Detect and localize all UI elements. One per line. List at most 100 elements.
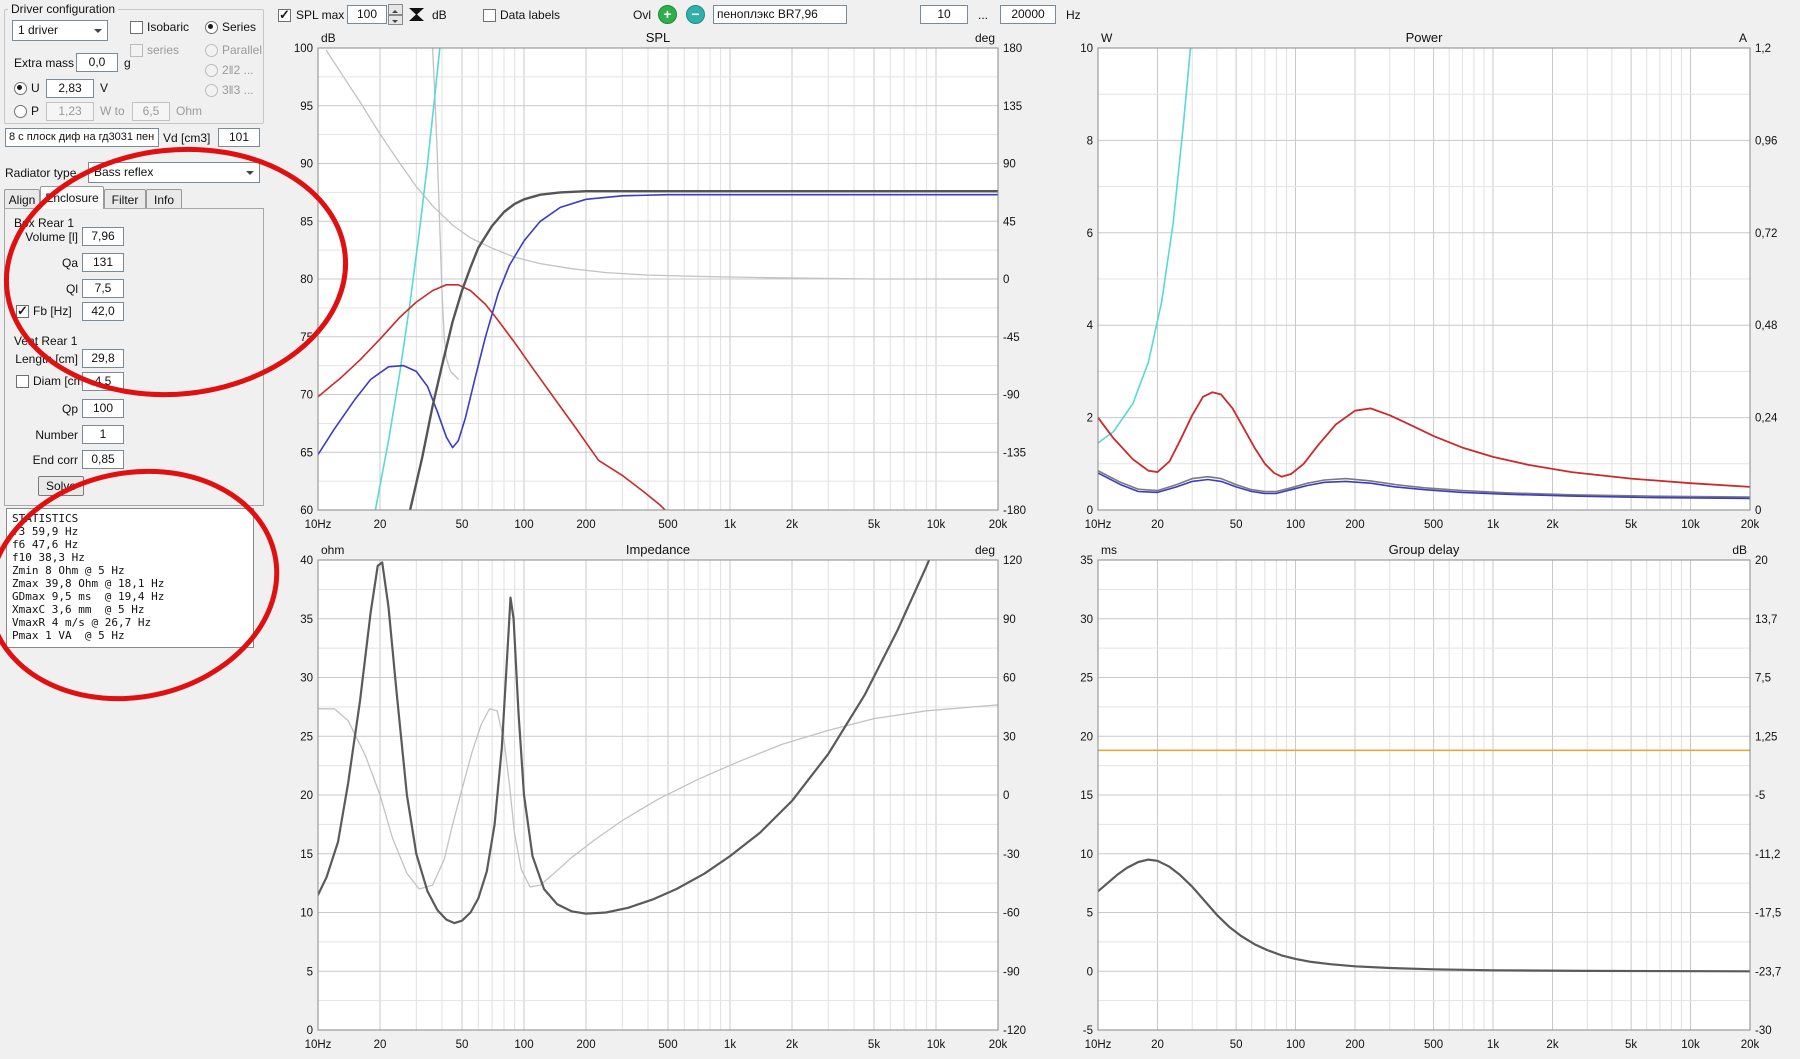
three-parallel-label: 3‖3 ... bbox=[222, 83, 254, 97]
svg-text:-5: -5 bbox=[1083, 1025, 1093, 1037]
svg-text:4: 4 bbox=[1087, 320, 1094, 332]
power-chart: 10Hz 20 50 100 200 500 1k 2k 5k 10k 20k 10 8 6 4 2 0 1,2 0… bbox=[1050, 28, 1798, 536]
spinner-up-icon[interactable] bbox=[388, 4, 403, 15]
series-radio[interactable] bbox=[205, 21, 218, 34]
radiator-type-dropdown[interactable]: Bass reflex bbox=[88, 162, 260, 183]
svg-text:0,48: 0,48 bbox=[1755, 320, 1777, 332]
svg-text:15: 15 bbox=[300, 849, 313, 861]
svg-text:20: 20 bbox=[1151, 1039, 1164, 1051]
diam-checkbox[interactable] bbox=[16, 375, 29, 388]
ql-input[interactable]: 7,5 bbox=[82, 279, 124, 298]
data-labels-checkbox[interactable] bbox=[483, 9, 496, 22]
length-label: Length [cm] bbox=[15, 352, 78, 366]
parallel-radio-label: Parallel bbox=[222, 43, 263, 57]
svg-text:5: 5 bbox=[1087, 908, 1093, 920]
svg-text:500: 500 bbox=[658, 519, 677, 531]
spl-chart: 10Hz 20 50 100 200 500 1k 2k 5k 10k 20k 100 95 90 85 80… bbox=[270, 28, 1046, 536]
power-mid-label: W to bbox=[100, 104, 125, 118]
two-parallel-radio bbox=[205, 64, 218, 77]
svg-text:7,5: 7,5 bbox=[1755, 673, 1771, 685]
spl-max-label: SPL max bbox=[296, 8, 345, 22]
isobaric-checkbox[interactable] bbox=[130, 21, 143, 34]
svg-text:1,25: 1,25 bbox=[1755, 731, 1777, 743]
svg-text:1k: 1k bbox=[724, 519, 736, 531]
qa-input[interactable]: 131 bbox=[82, 253, 124, 272]
svg-text:25: 25 bbox=[300, 731, 313, 743]
svg-text:ohm: ohm bbox=[321, 543, 344, 557]
freq-from-input[interactable]: 10 bbox=[920, 5, 968, 24]
freq-to-input[interactable]: 20000 bbox=[1000, 5, 1056, 24]
power-ohm-input: 6,5 bbox=[132, 102, 170, 121]
volume-label: Volume [l] bbox=[25, 230, 78, 244]
svg-text:10k: 10k bbox=[927, 1039, 946, 1051]
svg-text:10k: 10k bbox=[1681, 519, 1700, 531]
svg-text:180: 180 bbox=[1003, 43, 1022, 55]
ql-label: Ql bbox=[66, 282, 78, 296]
radiator-type-label: Radiator type bbox=[5, 166, 77, 180]
svg-text:5k: 5k bbox=[868, 1039, 880, 1051]
driver-name-input[interactable]: 8 с плоск диф на гд3031 пен bbox=[5, 128, 159, 147]
volume-input[interactable]: 7,96 bbox=[82, 227, 124, 246]
tab-filter[interactable]: Filter bbox=[104, 189, 146, 209]
svg-text:200: 200 bbox=[576, 519, 595, 531]
svg-text:80: 80 bbox=[300, 274, 313, 286]
qp-input[interactable]: 100 bbox=[82, 399, 124, 418]
ovl-name-input[interactable]: пеноплэкс BR7,96 bbox=[713, 5, 847, 24]
svg-text:95: 95 bbox=[300, 101, 313, 113]
box-rear-title: Box Rear 1 bbox=[14, 216, 75, 230]
power-radio[interactable] bbox=[14, 105, 27, 118]
number-input[interactable]: 1 bbox=[82, 425, 124, 444]
svg-text:0: 0 bbox=[1003, 274, 1009, 286]
svg-text:-90: -90 bbox=[1003, 390, 1020, 402]
fb-checkbox[interactable] bbox=[16, 303, 29, 319]
spinner-down-icon[interactable] bbox=[388, 14, 403, 25]
diam-input[interactable]: 4,5 bbox=[82, 372, 124, 391]
svg-text:Group delay: Group delay bbox=[1389, 542, 1460, 557]
spl-max-checkbox[interactable] bbox=[278, 7, 291, 23]
extra-mass-unit: g bbox=[124, 56, 131, 70]
svg-text:-45: -45 bbox=[1003, 332, 1020, 344]
vent-rear-title: Vent Rear 1 bbox=[14, 334, 78, 348]
driver-count-dropdown[interactable]: 1 driver bbox=[12, 20, 108, 41]
endcorr-input[interactable]: 0,85 bbox=[82, 450, 124, 469]
fb-input[interactable]: 42,0 bbox=[82, 302, 124, 321]
voltage-radio[interactable] bbox=[14, 82, 27, 95]
series-checkbox-label: series bbox=[147, 43, 180, 57]
svg-text:5k: 5k bbox=[1625, 1039, 1637, 1051]
ovl-remove-button[interactable]: − bbox=[686, 5, 705, 24]
svg-text:45: 45 bbox=[1003, 216, 1016, 228]
svg-text:75: 75 bbox=[300, 332, 313, 344]
svg-text:0: 0 bbox=[1087, 505, 1093, 517]
svg-text:25: 25 bbox=[1080, 673, 1093, 685]
svg-text:ms: ms bbox=[1101, 543, 1117, 557]
svg-text:-11,2: -11,2 bbox=[1755, 849, 1780, 861]
endcorr-label: End corr bbox=[32, 453, 78, 467]
tab-info[interactable]: Info bbox=[146, 189, 182, 209]
sidebar-panel: Driver configuration 1 driver Isobaric S… bbox=[0, 0, 268, 1059]
svg-text:30: 30 bbox=[300, 673, 313, 685]
qp-label: Qp bbox=[61, 402, 78, 416]
svg-text:30: 30 bbox=[1003, 731, 1016, 743]
length-input[interactable]: 29,8 bbox=[82, 349, 124, 368]
svg-text:50: 50 bbox=[456, 1039, 469, 1051]
tab-align[interactable]: Align bbox=[4, 189, 40, 209]
ovl-add-button[interactable]: + bbox=[658, 5, 677, 24]
solve-button[interactable]: Solve bbox=[38, 476, 84, 496]
svg-text:-135: -135 bbox=[1003, 447, 1026, 459]
driver-configuration-title: Driver configuration bbox=[8, 2, 119, 17]
svg-text:-90: -90 bbox=[1003, 966, 1020, 978]
vd-input[interactable]: 101 bbox=[218, 128, 260, 147]
svg-text:8: 8 bbox=[1087, 135, 1093, 147]
svg-text:1k: 1k bbox=[1487, 1039, 1499, 1051]
tab-enclosure[interactable]: Enclosure bbox=[40, 186, 104, 209]
svg-text:100: 100 bbox=[1286, 519, 1305, 531]
spl-max-spinner[interactable] bbox=[388, 4, 403, 25]
spl-max-input[interactable]: 100 bbox=[347, 5, 387, 24]
svg-text:2: 2 bbox=[1087, 413, 1093, 425]
axis-scale-icon[interactable] bbox=[408, 6, 425, 23]
svg-text:0: 0 bbox=[307, 1025, 313, 1037]
svg-text:100: 100 bbox=[514, 519, 533, 531]
voltage-input[interactable]: 2,83 bbox=[46, 79, 94, 98]
svg-text:200: 200 bbox=[1345, 1039, 1364, 1051]
extra-mass-input[interactable]: 0,0 bbox=[76, 53, 118, 72]
